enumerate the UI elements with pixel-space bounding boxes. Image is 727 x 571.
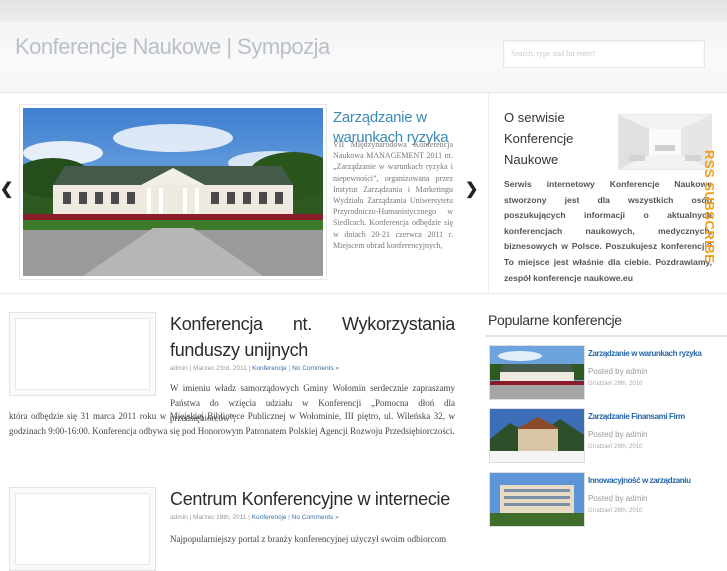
featured-slider: Zarządzanie w warunkach ryzyka VII Międz… (0, 93, 490, 293)
sidebar-title: Popularne konferencje (488, 312, 622, 328)
post-title[interactable]: Konferencja nt. Wykorzystania funduszy u… (170, 311, 455, 363)
popular-item-title[interactable]: Zarządzanie w warunkach ryzyka (588, 349, 702, 358)
post-date: Marzec 18th, 2011 (193, 514, 247, 521)
hotel-photo-thumb (490, 409, 584, 462)
popular-item-thumbnail[interactable] (489, 408, 585, 463)
post-body: która odbędzie się 31 marca 2011 roku w … (9, 411, 455, 436)
about-title: O serwisie Konferencje Naukowe (504, 110, 574, 167)
popular-item-author: Posted by admin (588, 494, 648, 503)
popular-item[interactable]: Zarządzanie w warunkach ryzyka Posted by… (489, 345, 727, 401)
post-thumbnail[interactable] (9, 312, 156, 396)
post-thumbnail[interactable] (9, 487, 156, 571)
popular-item[interactable]: Innowacyjność w zarządzaniu Posted by ad… (489, 472, 727, 528)
vertical-divider (488, 93, 489, 293)
slider-prev-icon[interactable]: ❮ (0, 179, 13, 199)
post-meta: admin | Marzec 18th, 2011 | Konferencje … (170, 514, 339, 521)
popular-item-author: Posted by admin (588, 367, 648, 376)
building-photo-thumb (490, 473, 584, 526)
slide-excerpt: VII Międzynarodowa Konferencja Naukowa M… (333, 140, 453, 250)
search-input[interactable] (504, 41, 708, 65)
manor-house-thumb (490, 346, 584, 399)
manor-house-photo (23, 108, 323, 276)
site-title[interactable]: Konferencje Naukowe | Sympozja (15, 34, 330, 60)
post-comments-link[interactable]: No Comments » (292, 514, 339, 521)
popular-item-date: Grudzień 29th, 2010 (588, 381, 643, 387)
popular-item-thumbnail[interactable] (489, 472, 585, 527)
post-author: admin (170, 514, 188, 521)
slider-next-icon[interactable]: ❯ (465, 179, 478, 199)
about-image (618, 114, 712, 170)
rss-subscribe-tab[interactable]: RSS SUBSCRIBE (702, 150, 720, 268)
post-title[interactable]: Centrum Konferencyjne w internecie (170, 486, 455, 512)
popular-item-date: Grudzień 29th, 2010 (588, 444, 643, 450)
about-text: Serwis internetowy Konferencje Naukowe s… (504, 179, 712, 283)
about-box: O serwisie Konferencje Naukowe Serwis in… (490, 93, 727, 293)
post-comments-link[interactable]: No Comments » (292, 365, 339, 372)
conference-room-photo (619, 115, 711, 169)
header-top-band (0, 0, 727, 22)
popular-item-date: Grudzień 28th, 2010 (588, 508, 643, 514)
sidebar-divider (486, 335, 727, 337)
popular-item[interactable]: Zarządzanie Finansami Firm Posted by adm… (489, 408, 727, 464)
slide-image-manor[interactable] (20, 105, 326, 279)
popular-item-author: Posted by admin (588, 430, 648, 439)
thumbnail-frame (15, 318, 150, 390)
popular-item-thumbnail[interactable] (489, 345, 585, 400)
post-category-link[interactable]: Konferencje (252, 514, 287, 521)
post-author: admin (170, 365, 188, 372)
rss-subscribe-label: RSS SUBSCRIBE (702, 150, 717, 264)
popular-item-title[interactable]: Zarządzanie Finansami Firm (588, 412, 685, 421)
post-meta: admin | Marzec 23rd, 2011 | Konferencje … (170, 365, 340, 372)
popular-item-title[interactable]: Innowacyjność w zarządzaniu (588, 476, 691, 485)
post-category-link[interactable]: Konferencje (252, 365, 287, 372)
thumbnail-frame (15, 493, 150, 565)
horizontal-divider (0, 293, 727, 294)
search-box[interactable] (503, 40, 708, 68)
post-date: Marzec 23rd, 2011 (193, 365, 247, 372)
